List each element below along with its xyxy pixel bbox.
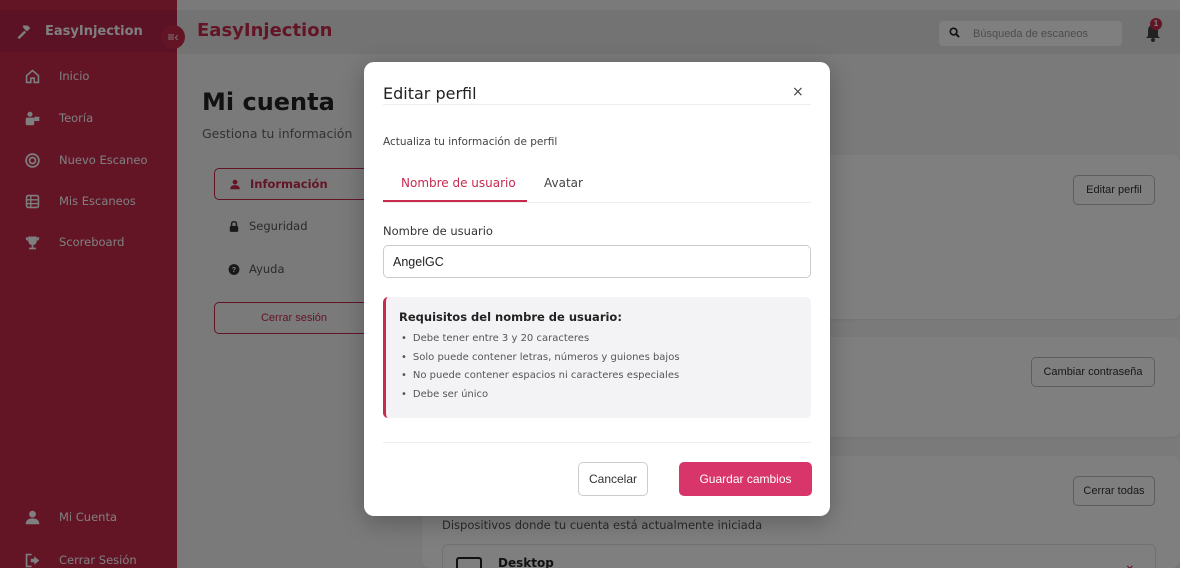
tabs-divider [383,202,811,203]
requirement-item: Solo puede contener letras, números y gu… [399,349,811,368]
modal-description: Actualiza tu información de perfil [383,136,558,148]
tab-avatar[interactable]: Avatar [544,176,583,190]
username-input[interactable] [383,245,811,278]
modal-title: Editar perfil [383,84,477,103]
save-changes-button[interactable]: Guardar cambios [679,462,812,496]
requirement-item: No puede contener espacios ni caracteres… [399,367,811,386]
requirements-list: Debe tener entre 3 y 20 caracteres Solo … [399,330,811,404]
requirement-item: Debe tener entre 3 y 20 caracteres [399,330,811,349]
edit-profile-modal: Editar perfil × Actualiza tu información… [364,62,830,516]
tab-nombre-de-usuario[interactable]: Nombre de usuario [401,176,516,190]
modal-divider [383,104,811,105]
requirement-item: Debe ser único [399,386,811,405]
username-requirements-box: Requisitos del nombre de usuario: Debe t… [383,297,811,418]
requirements-title: Requisitos del nombre de usuario: [399,310,622,324]
footer-divider [383,442,811,443]
close-icon[interactable]: × [792,84,804,100]
cancel-button[interactable]: Cancelar [578,462,648,496]
username-label: Nombre de usuario [383,224,493,238]
